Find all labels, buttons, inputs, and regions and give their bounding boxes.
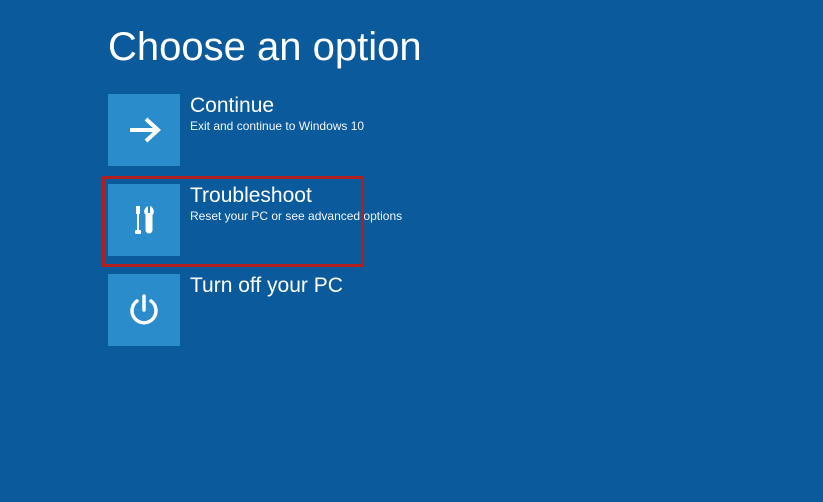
troubleshoot-title: Troubleshoot [190, 184, 402, 207]
options-list: Continue Exit and continue to Windows 10 [108, 94, 402, 346]
page-title: Choose an option [108, 25, 422, 70]
troubleshoot-text: Troubleshoot Reset your PC or see advanc… [190, 184, 402, 223]
turnoff-text: Turn off your PC [190, 274, 343, 297]
continue-text: Continue Exit and continue to Windows 10 [190, 94, 364, 133]
troubleshoot-subtitle: Reset your PC or see advanced options [190, 209, 402, 223]
continue-title: Continue [190, 94, 364, 117]
turnoff-title: Turn off your PC [190, 274, 343, 297]
continue-tile [108, 94, 180, 166]
turnoff-option[interactable]: Turn off your PC [108, 274, 402, 346]
tools-icon [122, 198, 166, 242]
troubleshoot-option[interactable]: Troubleshoot Reset your PC or see advanc… [108, 184, 402, 256]
turnoff-tile [108, 274, 180, 346]
continue-subtitle: Exit and continue to Windows 10 [190, 119, 364, 133]
power-icon [122, 288, 166, 332]
continue-option[interactable]: Continue Exit and continue to Windows 10 [108, 94, 402, 166]
arrow-right-icon [122, 108, 166, 152]
troubleshoot-tile [108, 184, 180, 256]
